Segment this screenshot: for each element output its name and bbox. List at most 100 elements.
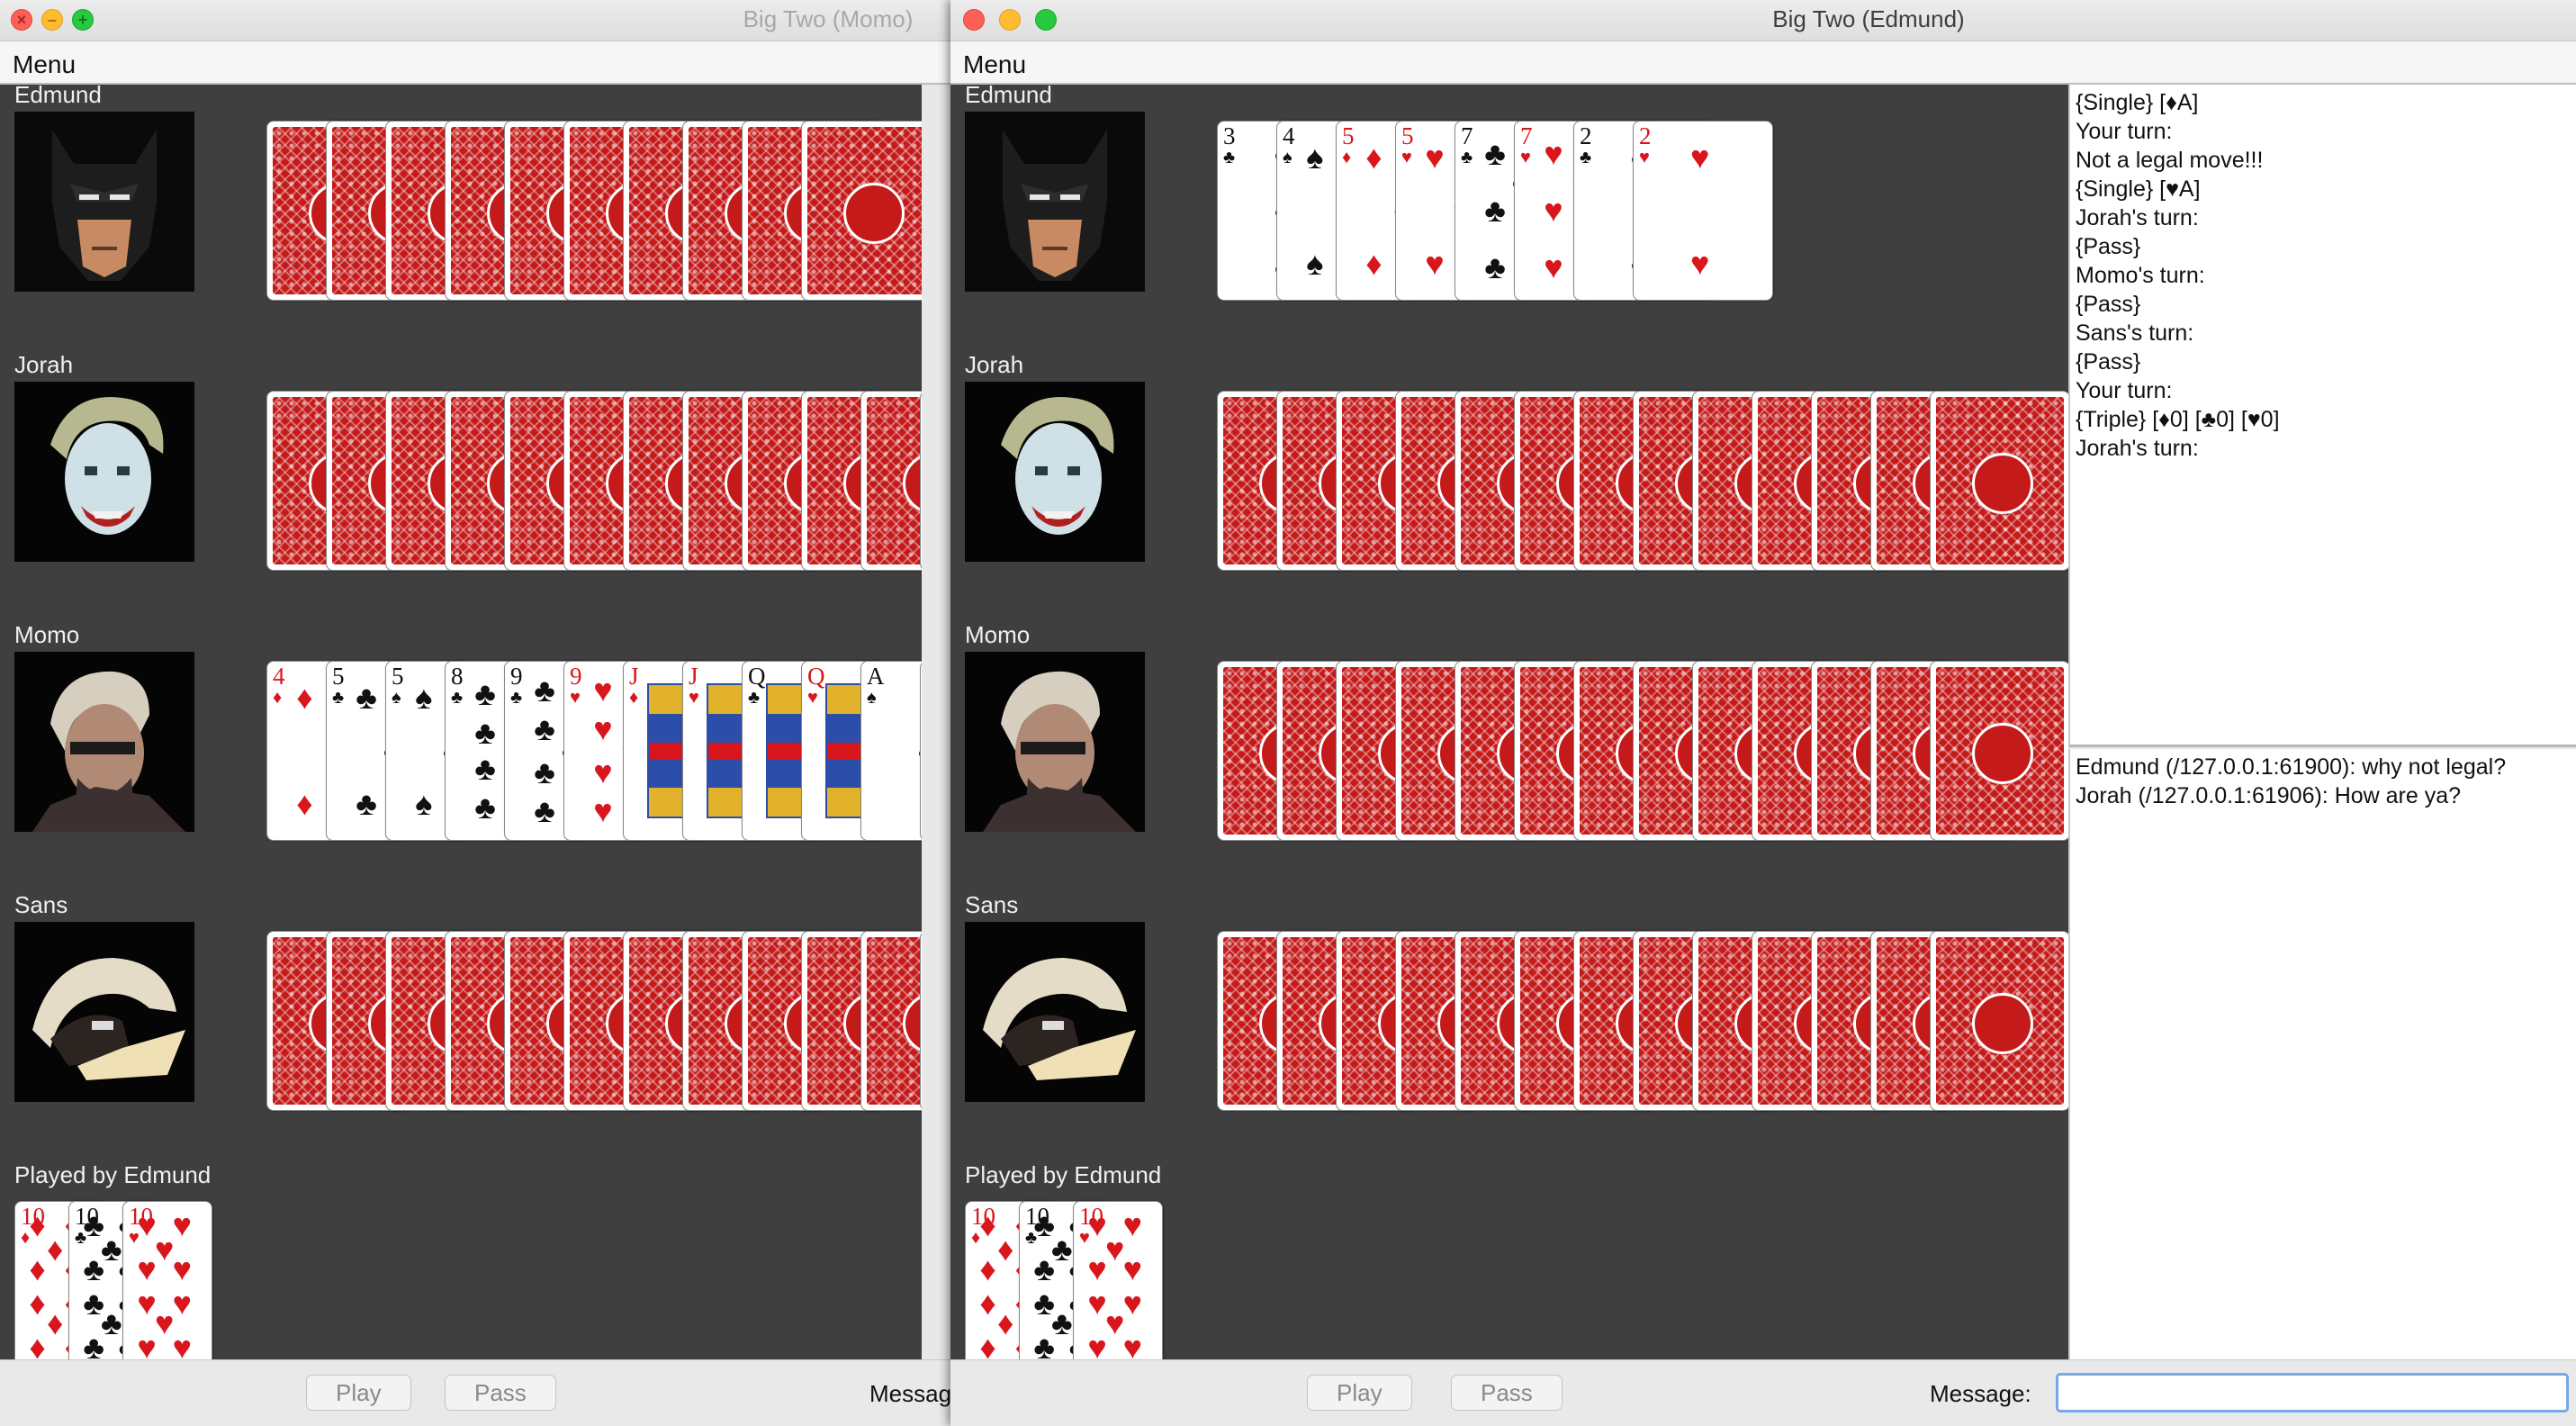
pass-button[interactable]: Pass: [1451, 1375, 1563, 1411]
game-table: Edmund 3♣♣♣♣4♠♠♠♠♠5♦♦♦♦♦♦5♥♥♥♥♥♥7♣♣♣♣♣♣♣…: [950, 85, 2068, 1359]
log-line: {Pass}: [2076, 292, 2141, 317]
card-pip-icon: ♣: [356, 785, 377, 823]
chat-panel[interactable]: Edmund (/127.0.0.1:61900): why not legal…: [2068, 749, 2576, 1359]
card-pip-icon: ♣: [83, 1328, 105, 1359]
card-pip-icon: ♣: [83, 1250, 105, 1288]
minimize-window-icon[interactable]: [999, 9, 1021, 31]
close-window-icon[interactable]: [11, 9, 32, 31]
player-name: Sans: [965, 891, 1019, 918]
card-rank: 9: [570, 663, 582, 690]
playing-card[interactable]: 10 ♥ ♥ ♥ ♥ ♥ ♥ ♥ ♥ ♥ ♥ ♥: [1073, 1201, 1163, 1359]
playing-card[interactable]: 2 ♥ ♥ ♥: [1633, 121, 1773, 301]
pass-button[interactable]: Pass: [445, 1375, 556, 1411]
playing-card[interactable]: 10 ♥ ♥ ♥ ♥ ♥ ♥ ♥ ♥ ♥ ♥ ♥: [122, 1201, 212, 1359]
card-suit-icon: ♣: [451, 688, 464, 708]
card-pip-icon: ♥: [593, 792, 613, 830]
card-rank: Q: [807, 663, 825, 690]
card-pip-icon: ♦: [1365, 138, 1383, 176]
card-rank: J: [629, 663, 639, 690]
sans-avatar: [14, 922, 194, 1102]
card-pip-icon: ♣: [474, 714, 496, 752]
playing-card[interactable]: A♠♠: [860, 661, 922, 841]
player-name: Jorah: [14, 351, 74, 378]
message-label: Message:: [869, 1380, 950, 1407]
card-pip-icon: ♥: [1122, 1328, 1142, 1359]
card-pip-icon: ♥: [593, 753, 613, 790]
card-pip-icon: ♥: [137, 1206, 157, 1244]
zoom-window-icon[interactable]: [1035, 9, 1057, 31]
card-pip-icon: ♥: [1105, 1304, 1125, 1342]
window-title: Big Two (Edmund): [1772, 5, 1965, 32]
card-pip-icon: ♦: [997, 1230, 1014, 1268]
card-pip-icon: ♦: [1365, 245, 1383, 283]
card-suit-icon: ♣: [1461, 148, 1473, 167]
card-pip-icon: ♥: [1122, 1206, 1142, 1244]
game-log-panel[interactable]: {Single} [♦A] Your turn: Not a legal move!…: [2068, 85, 2576, 747]
card-pip-icon: ♦: [29, 1250, 46, 1288]
player-name: Momo: [965, 621, 1031, 648]
card-pip-icon: ♥: [137, 1284, 157, 1322]
card-pip-icon: ♣: [474, 674, 496, 712]
card-pip-icon: ♣: [356, 678, 377, 716]
card-pip-icon: ♥: [1544, 192, 1563, 229]
chat-line: Edmund (/127.0.0.1:61900): why not legal…: [2076, 754, 2507, 780]
card-suit-icon: ♠: [867, 688, 877, 708]
play-button[interactable]: Play: [1307, 1375, 1412, 1411]
card-pip-icon: ♥: [593, 671, 613, 708]
card-pip-icon: ♣: [474, 789, 496, 826]
log-line: {Pass}: [2076, 234, 2141, 259]
played-by-label: Played by Edmund: [14, 1161, 212, 1188]
card-pip-icon: ♥: [1122, 1250, 1142, 1288]
card-rank: A: [867, 663, 885, 690]
window-momo: Big Two (Momo) Menu Edmund Jorah Momo 4♦…: [0, 0, 950, 1426]
close-window-icon[interactable]: [963, 9, 985, 31]
card-suit-icon: ♥: [1639, 148, 1650, 167]
menu-item-menu[interactable]: Menu: [13, 50, 76, 79]
card-pip-icon: ♣: [1033, 1328, 1056, 1359]
menu-item-menu[interactable]: Menu: [963, 50, 1026, 79]
card-pip-icon: ♥: [1122, 1284, 1142, 1322]
card-rank: J: [689, 663, 698, 690]
card-pip-icon: ♥: [1544, 134, 1563, 172]
card-rank: 4: [1283, 122, 1295, 149]
minimize-window-icon[interactable]: [41, 9, 63, 31]
card-pip-icon: ♣: [1484, 192, 1506, 229]
card-pip-icon: ♣: [534, 792, 555, 830]
card-rank: 4: [273, 663, 285, 690]
play-button[interactable]: Play: [306, 1375, 411, 1411]
log-line: Not a legal move!!!: [2076, 148, 2264, 173]
card-rank: 3: [1223, 122, 1236, 149]
batman-avatar: [14, 112, 194, 292]
card-pip-icon: ♣: [1484, 134, 1506, 172]
game-table: Edmund Jorah Momo 4♦♦♦♦♦5♣♣♣♣♣♣5♠♠♠♠♠♠8♣…: [0, 85, 922, 1359]
card-rank: 9: [510, 663, 523, 690]
title-bar[interactable]: Big Two (Momo): [0, 0, 950, 41]
card-pip-icon: ♣: [474, 749, 496, 787]
window-edmund: Big Two (Edmund) Menu Edmund 3♣♣♣♣4♠♠♠♠♠…: [950, 0, 2576, 1426]
player-name: Edmund: [965, 85, 1052, 108]
card-suit-icon: ♠: [1283, 148, 1293, 167]
message-input[interactable]: [2056, 1373, 2569, 1412]
card-rank: 7: [1520, 122, 1533, 149]
card-back: [1930, 391, 2068, 571]
card-pip-icon: ♦: [979, 1284, 996, 1322]
card-rank: Q: [748, 663, 766, 690]
player-name: Momo: [14, 621, 80, 648]
card-pip-icon: ♣: [534, 753, 555, 790]
card-pip-icon: ♦: [979, 1328, 996, 1359]
card-pip-icon: ♣: [534, 671, 555, 708]
sans-avatar: [965, 922, 1145, 1102]
zoom-window-icon[interactable]: [72, 9, 94, 31]
title-bar[interactable]: Big Two (Edmund): [950, 0, 2576, 41]
card-pip-icon: ♦: [979, 1250, 996, 1288]
card-suit-icon: ♥: [570, 688, 581, 708]
card-suit-icon: ♥: [1401, 148, 1412, 167]
playing-card[interactable]: 2♦♦♦: [920, 661, 922, 841]
card-suit-icon: ♦: [1342, 148, 1352, 167]
card-suit-icon: ♣: [510, 688, 523, 708]
card-suit-icon: ♣: [748, 688, 761, 708]
card-suit-icon: ♥: [807, 688, 818, 708]
card-pip-icon: ♥: [172, 1206, 192, 1244]
card-pip-icon: ♥: [172, 1284, 192, 1322]
card-pip-icon: ♦: [47, 1230, 64, 1268]
